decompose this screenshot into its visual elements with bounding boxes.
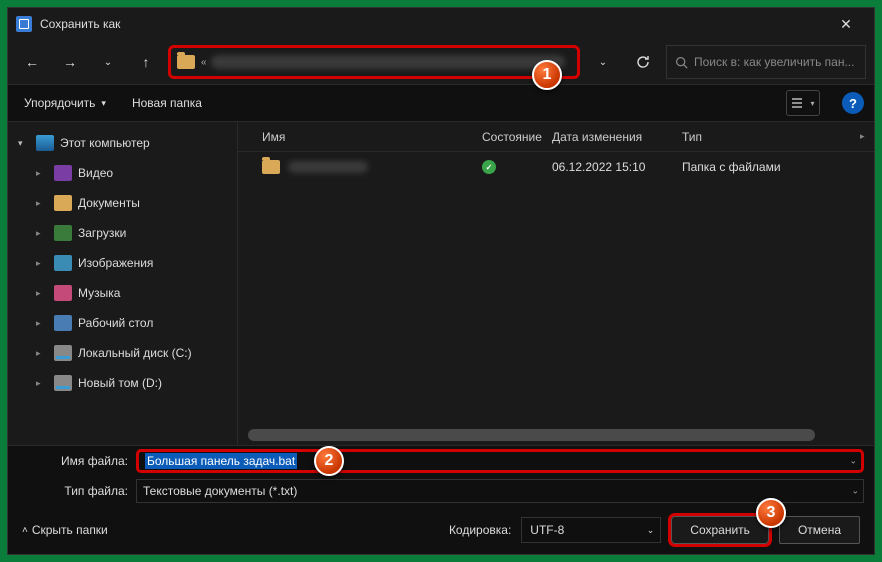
horizontal-scrollbar[interactable] [248,429,864,441]
tree-disk-d[interactable]: Новый том (D:) [8,368,237,398]
tree-images[interactable]: Изображения [8,248,237,278]
col-name[interactable]: Имя [262,130,482,144]
col-date[interactable]: Дата изменения [552,130,682,144]
tree-this-pc[interactable]: Этот компьютер [8,128,237,158]
save-button[interactable]: Сохранить [671,516,769,544]
sidebar: Этот компьютер Видео Документы Загрузки … [8,122,238,445]
annotation-marker-2: 2 [314,446,344,476]
refresh-button[interactable] [626,45,660,79]
annotation-marker-1: 1 [532,60,562,90]
filetype-value: Текстовые документы (*.txt) [143,484,297,498]
tree-video[interactable]: Видео [8,158,237,188]
filetype-select[interactable]: Текстовые документы (*.txt) ⌄ [136,479,864,503]
row-type: Папка с файлами [682,160,874,174]
filetype-label: Тип файла: [18,484,128,498]
filename-input[interactable]: Большая панель задач.bat ⌄ [136,449,864,473]
search-input[interactable]: Поиск в: как увеличить пан... [666,45,866,79]
up-button[interactable]: ↑ [130,46,162,78]
address-path [211,55,565,69]
col-state[interactable]: Состояние [482,130,552,144]
titlebar: Сохранить как ✕ [8,8,874,40]
bottom-panel: Имя файла: Большая панель задач.bat ⌄ Ти… [8,445,874,554]
encoding-select[interactable]: UTF-8⌄ [521,517,661,543]
desktop-icon [54,315,72,331]
tree-documents[interactable]: Документы [8,188,237,218]
tree-downloads[interactable]: Загрузки [8,218,237,248]
pc-icon [36,135,54,151]
search-placeholder: Поиск в: как увеличить пан... [694,55,854,69]
column-headers[interactable]: Имя Состояние Дата изменения Тип ▸ [238,122,874,152]
encoding-label: Кодировка: [449,523,511,537]
nav-bar: ← → ⌄ ↑ « ⌄ Поиск в: как увеличить пан..… [8,40,874,84]
hide-folders-button[interactable]: ˄ Скрыть папки [22,523,108,537]
recent-button[interactable]: ⌄ [92,46,124,78]
sync-ok-icon: ✓ [482,160,496,174]
address-bar[interactable]: « [168,45,580,79]
window-title: Сохранить как [40,17,826,31]
music-icon [54,285,72,301]
downloads-icon [54,225,72,241]
filename-value: Большая панель задач.bat [145,453,297,469]
new-folder-button[interactable]: Новая папка [126,92,208,114]
annotation-marker-3: 3 [756,498,786,528]
images-icon [54,255,72,271]
filename-dropdown-icon[interactable]: ⌄ [849,456,857,467]
tree-music[interactable]: Музыка [8,278,237,308]
folder-name-blurred [288,161,368,173]
notepad-icon [16,16,32,32]
col-more-icon[interactable]: ▸ [860,131,874,142]
chevron-down-icon: ⌄ [647,525,655,536]
cancel-button[interactable]: Отмена [779,516,860,544]
row-date: 06.12.2022 15:10 [552,160,682,174]
disk-icon [54,345,72,361]
video-icon [54,165,72,181]
toolbar: Упорядочить▾ Новая папка ▾ ? [8,84,874,122]
organize-button[interactable]: Упорядочить▾ [18,92,112,114]
folder-icon [177,55,195,69]
breadcrumb-overflow-icon: « [201,57,207,68]
back-button[interactable]: ← [16,46,48,78]
tree-disk-c[interactable]: Локальный диск (C:) [8,338,237,368]
filetype-dropdown-icon[interactable]: ⌄ [851,486,859,497]
address-dropdown-button[interactable]: ⌄ [586,45,620,79]
view-mode-button[interactable]: ▾ [786,90,820,116]
file-list: Имя Состояние Дата изменения Тип ▸ ✓ 06.… [238,122,874,445]
help-button[interactable]: ? [842,92,864,114]
filename-label: Имя файла: [18,454,128,468]
close-button[interactable]: ✕ [826,8,866,40]
folder-row[interactable]: ✓ 06.12.2022 15:10 Папка с файлами [238,152,874,182]
chevron-up-icon: ˄ [22,525,28,536]
chevron-down-icon: ▾ [101,98,106,109]
col-type[interactable]: Тип [682,130,860,144]
documents-icon [54,195,72,211]
tree-desktop[interactable]: Рабочий стол [8,308,237,338]
folder-icon [262,160,280,174]
forward-button[interactable]: → [54,46,86,78]
disk-icon [54,375,72,391]
